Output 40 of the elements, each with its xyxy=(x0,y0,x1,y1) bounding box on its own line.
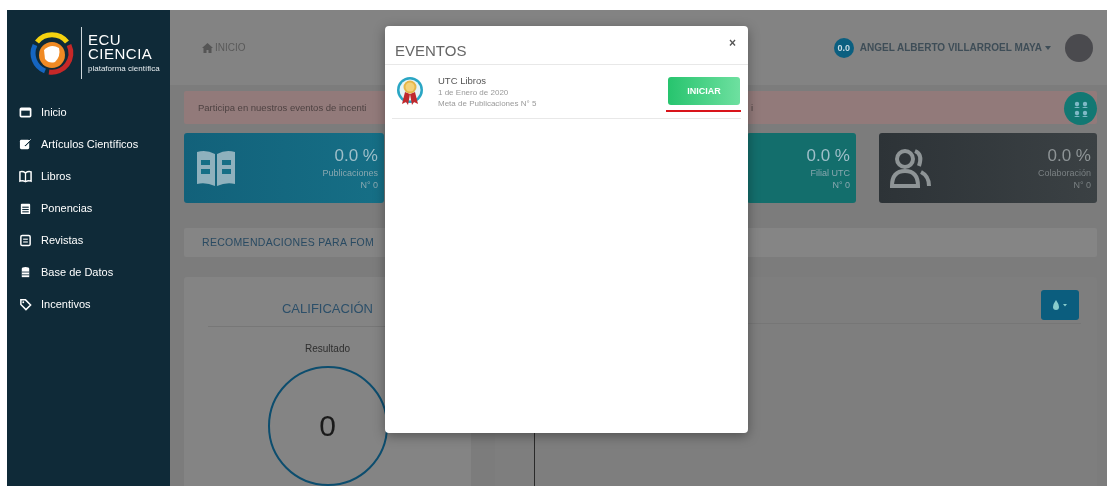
event-date: 1 de Enero de 2020 xyxy=(438,87,510,97)
avatar[interactable] xyxy=(1065,33,1093,62)
home-icon xyxy=(202,42,213,53)
document-icon xyxy=(19,233,32,247)
stat-count: N° 0 xyxy=(832,179,850,190)
caret-icon xyxy=(1045,45,1051,50)
alert-text: Participa en nuestros eventos de incenti xyxy=(197,101,368,113)
stat-label: Publicaciones xyxy=(322,167,378,178)
stat-percent: 0.0 % xyxy=(806,145,850,166)
stat-label: Colaboración xyxy=(1037,167,1091,178)
stat-count: N° 0 xyxy=(360,179,378,190)
sidebar-item[interactable]: Libros xyxy=(7,166,170,186)
recommendations-title: RECOMENDACIONES PARA FOM xyxy=(201,236,376,249)
tag-icon xyxy=(19,297,32,311)
dialog-title: EVENTOS xyxy=(395,41,467,59)
close-button[interactable]: × xyxy=(727,36,738,50)
sidebar-item[interactable]: Base de Datos xyxy=(7,262,170,282)
result-label: Resultado xyxy=(305,343,350,354)
event-goal: Meta de Publicaciones N° 5 xyxy=(438,98,537,108)
logo-text: CIENCIA xyxy=(88,47,154,61)
sidebar-item[interactable]: Incentivos xyxy=(7,294,170,314)
document-list-icon xyxy=(19,201,32,215)
sidebar-item[interactable]: Artículos Científicos xyxy=(7,134,170,154)
sidebar-item[interactable]: Inicio xyxy=(7,102,170,122)
database-icon xyxy=(19,265,32,279)
logo-icon xyxy=(29,30,75,76)
stat-label: Filial UTC xyxy=(810,167,850,178)
book-icon xyxy=(19,169,32,183)
score-badge: 0.0 xyxy=(833,37,854,58)
logo-text: ECU xyxy=(88,33,123,47)
drop-icon xyxy=(1052,299,1068,311)
sidebar-item[interactable]: Revistas xyxy=(7,230,170,250)
stat-percent: 0.0 % xyxy=(1047,145,1091,166)
stat-percent: 0.0 % xyxy=(334,145,378,166)
logo-tagline: plataforma científica xyxy=(88,64,160,73)
window-icon xyxy=(19,105,32,119)
sidebar-item[interactable]: Ponencias xyxy=(7,198,170,218)
color-dropdown-button[interactable] xyxy=(1041,290,1079,320)
edit-icon xyxy=(19,137,32,151)
event-name: UTC Libros xyxy=(438,74,488,86)
